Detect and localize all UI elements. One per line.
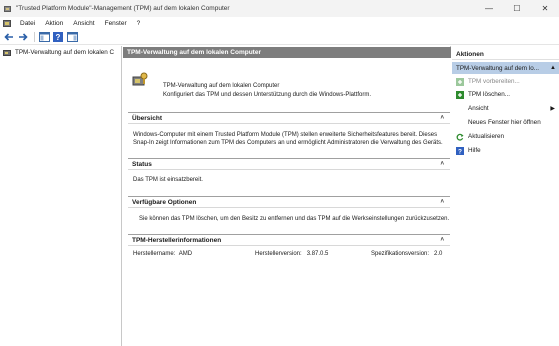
- intro-title: TPM-Verwaltung auf dem lokalen Computer: [163, 83, 280, 89]
- action-label: Hilfe: [468, 147, 481, 154]
- help-icon[interactable]: ?: [52, 31, 64, 43]
- toolbar-separator: [34, 32, 35, 42]
- console-tree: TPM-Verwaltung auf dem lokalen C: [0, 46, 122, 346]
- window-controls: — ☐ ✕: [475, 0, 559, 17]
- manufacturer-version-row: Herstellerversion: 3.87.0.5: [255, 251, 328, 257]
- section-overview-body: Windows-Computer mit einem Trusted Platf…: [128, 124, 450, 147]
- title-bar: "Trusted Platform Module"-Management (TP…: [0, 0, 559, 17]
- menu-aktion[interactable]: Aktion: [40, 20, 68, 27]
- close-button[interactable]: ✕: [531, 0, 559, 17]
- toolbar: ?: [0, 30, 559, 45]
- menu-ansicht[interactable]: Ansicht: [68, 20, 99, 27]
- section-title: TPM-Herstellerinformationen: [132, 236, 222, 244]
- section-title: Verfügbare Optionen: [132, 198, 197, 206]
- overview-line: Snap-In zeigt Informationen zum TPM des …: [133, 140, 443, 146]
- minimize-button[interactable]: —: [475, 0, 503, 17]
- section-overview-header[interactable]: Übersicht ˄: [128, 112, 450, 124]
- back-arrow-icon[interactable]: [3, 31, 15, 43]
- section-options: Verfügbare Optionen ˄ Sie können das TPM…: [128, 196, 450, 230]
- maximize-button[interactable]: ☐: [503, 0, 531, 17]
- overview-line: Windows-Computer mit einem Trusted Platf…: [133, 132, 438, 138]
- action-label: TPM löschen...: [468, 91, 510, 98]
- manufacturer-name-label: Herstellername:: [133, 251, 176, 257]
- section-options-body: Sie können das TPM löschen, um den Besit…: [128, 208, 450, 223]
- section-options-header[interactable]: Verfügbare Optionen ˄: [128, 196, 450, 208]
- tpm-chip-icon: [3, 49, 12, 57]
- spec-version-value: 2.0: [434, 251, 443, 257]
- action-help[interactable]: ? Hilfe: [452, 145, 559, 156]
- menu-datei[interactable]: Datei: [15, 20, 40, 27]
- actions-context-header[interactable]: TPM-Verwaltung auf dem lo... ▲: [452, 62, 559, 74]
- action-refresh[interactable]: Aktualisieren: [452, 131, 559, 142]
- collapse-arrow-icon[interactable]: ▲: [550, 65, 556, 71]
- collapse-chevron-icon[interactable]: ˄: [440, 115, 444, 121]
- tree-item-tpm-management[interactable]: TPM-Verwaltung auf dem lokalen C: [1, 47, 121, 58]
- menu-fenster[interactable]: Fenster: [100, 20, 132, 27]
- tpm-clear-icon: [456, 90, 464, 99]
- action-tpm-clear[interactable]: TPM löschen...: [452, 89, 559, 100]
- collapse-chevron-icon[interactable]: ˄: [440, 237, 444, 243]
- refresh-icon: [456, 133, 464, 141]
- section-manufacturer: TPM-Herstellerinformationen ˄ Hersteller…: [128, 234, 450, 270]
- help-icon: ?: [456, 146, 464, 155]
- collapse-chevron-icon[interactable]: ˄: [440, 199, 444, 205]
- section-status: Status ˄ Das TPM ist einsatzbereit.: [128, 158, 450, 192]
- forward-arrow-icon[interactable]: [17, 31, 29, 43]
- tpm-prepare-icon: [456, 77, 464, 86]
- action-label: Neues Fenster hier öffnen: [468, 119, 541, 126]
- show-hide-console-tree-icon[interactable]: [38, 31, 50, 43]
- svg-text:?: ?: [458, 148, 462, 154]
- section-overview: Übersicht ˄ Windows-Computer mit einem T…: [128, 112, 450, 150]
- action-label: Ansicht: [468, 105, 489, 112]
- menu-help[interactable]: ?: [132, 20, 146, 27]
- submenu-arrow-icon: ▶: [550, 106, 555, 112]
- manufacturer-name-value: AMD: [178, 251, 193, 257]
- intro-description: Konfiguriert das TPM und dessen Unterstü…: [163, 92, 371, 98]
- tpm-app-icon: [4, 5, 12, 13]
- system-menu-icon[interactable]: [3, 19, 12, 28]
- section-title: Status: [132, 160, 152, 168]
- menu-bar: Datei Aktion Ansicht Fenster ?: [0, 17, 559, 30]
- window-title: "Trusted Platform Module"-Management (TP…: [16, 5, 230, 12]
- options-text: Sie können das TPM löschen, um den Besit…: [139, 216, 450, 222]
- details-body: TPM-Verwaltung auf dem lokalen Computer …: [123, 58, 451, 346]
- status-text: Das TPM ist einsatzbereit.: [133, 177, 203, 183]
- collapse-chevron-icon[interactable]: ˄: [440, 161, 444, 167]
- manufacturer-version-label: Herstellerversion:: [255, 251, 302, 257]
- section-manufacturer-header[interactable]: TPM-Herstellerinformationen ˄: [128, 234, 450, 246]
- manufacturer-version-value: 3.87.0.5: [306, 251, 329, 257]
- section-status-header[interactable]: Status ˄: [128, 158, 450, 170]
- tree-item-label: TPM-Verwaltung auf dem lokalen C: [15, 49, 115, 56]
- action-view[interactable]: Ansicht ▶: [452, 103, 559, 114]
- action-new-window[interactable]: Neues Fenster hier öffnen: [452, 117, 559, 128]
- section-status-body: Das TPM ist einsatzbereit.: [128, 170, 450, 184]
- svg-text:?: ?: [56, 33, 61, 42]
- action-label: TPM vorbereiten...: [468, 78, 520, 85]
- section-title: Übersicht: [132, 114, 162, 122]
- properties-icon[interactable]: [66, 31, 78, 43]
- manufacturer-name-row: Herstellername: AMD: [133, 251, 192, 257]
- actions-context-label: TPM-Verwaltung auf dem lo...: [456, 64, 539, 72]
- actions-pane: Aktionen TPM-Verwaltung auf dem lo... ▲ …: [452, 46, 559, 346]
- spec-version-label: Spezifikationsversion:: [371, 251, 430, 257]
- details-header: TPM-Verwaltung auf dem lokalen Computer: [123, 47, 451, 58]
- details-pane: TPM-Verwaltung auf dem lokalen Computer …: [123, 46, 451, 346]
- action-label: Aktualisieren: [468, 133, 505, 140]
- spec-version-row: Spezifikationsversion: 2.0: [371, 251, 442, 257]
- action-tpm-prepare[interactable]: TPM vorbereiten...: [452, 76, 559, 87]
- tpm-management-icon: [132, 72, 148, 87]
- intro-block: TPM-Verwaltung auf dem lokalen Computer …: [123, 72, 451, 100]
- actions-title: Aktionen: [452, 49, 559, 60]
